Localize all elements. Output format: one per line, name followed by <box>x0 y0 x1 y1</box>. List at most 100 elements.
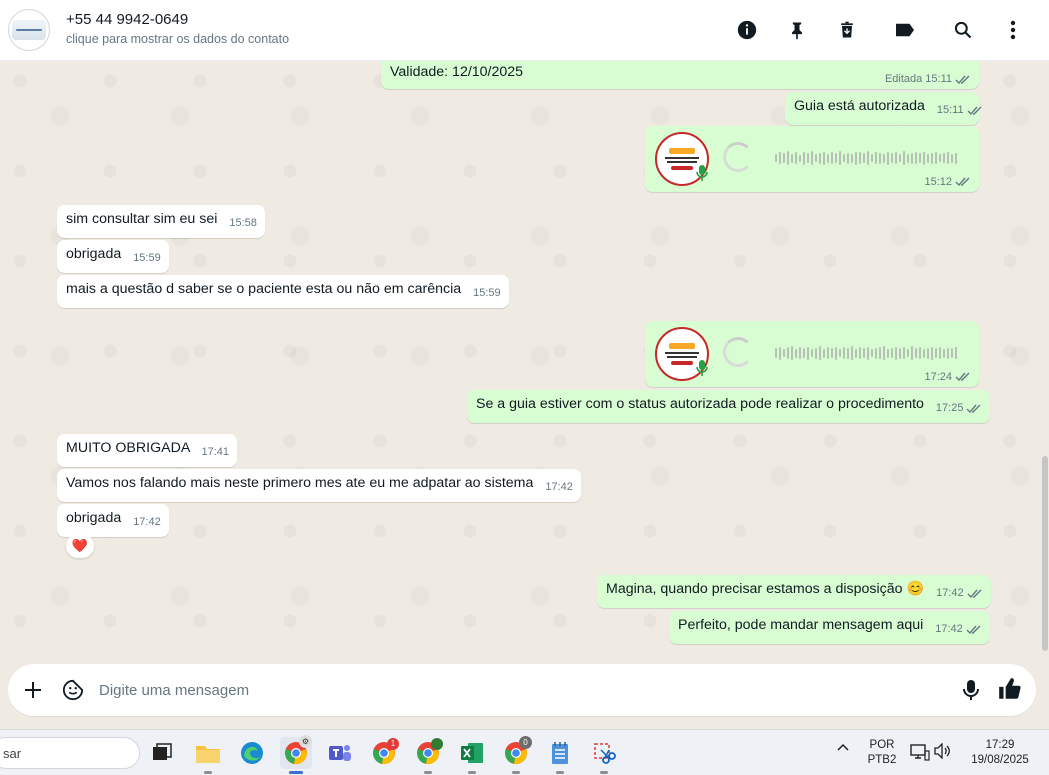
audio-message[interactable]: 17:24 <box>645 321 979 387</box>
message-in[interactable]: obrigada 15:59 <box>57 240 169 273</box>
network-icon[interactable] <box>909 743 931 766</box>
sticker-icon[interactable] <box>60 677 86 703</box>
message-time: 15:11 <box>925 73 952 85</box>
message-out[interactable]: Perfeito, pode mandar mensagem aqui 17:4… <box>669 611 990 644</box>
contact-name[interactable]: +55 44 9942-0649 <box>66 11 188 28</box>
double-check-icon <box>955 372 970 382</box>
thumbs-up-icon[interactable] <box>997 676 1023 702</box>
message-time: 17:42 <box>545 481 573 493</box>
message-input[interactable] <box>99 678 899 702</box>
teams-icon[interactable] <box>324 737 356 769</box>
edge-browser-icon[interactable] <box>236 737 268 769</box>
edited-label: Editada <box>884 73 923 85</box>
message-meta: 17:42 <box>936 587 983 599</box>
message-time: 15:11 <box>936 104 964 116</box>
clock[interactable]: 17:29 19/08/2025 <box>960 738 1040 768</box>
contact-avatar[interactable] <box>8 9 50 51</box>
message-in[interactable]: Vamos nos falando mais neste primero mes… <box>57 469 581 502</box>
message-text: Guia está autorizada <box>794 98 925 114</box>
message-text: obrigada <box>66 246 122 262</box>
language-indicator[interactable]: POR PTB2 <box>862 738 902 768</box>
os-taskbar: sar ⚙ 1 0 POR PTB2 17:29 19/08/2025 <box>0 729 1049 775</box>
message-meta: 15:11 <box>937 104 983 116</box>
message-text: Magina, quando precisar estamos a dispos… <box>606 581 925 597</box>
message-text: Se a guia estiver com o status autorizad… <box>476 396 924 412</box>
scroll-thumb[interactable] <box>1042 456 1048 651</box>
file-explorer-icon[interactable] <box>192 737 224 774</box>
notepad-icon[interactable] <box>544 737 576 774</box>
pin-icon[interactable] <box>784 17 810 43</box>
message-meta: 15:12 <box>924 176 971 188</box>
clock-time: 17:29 <box>985 739 1015 751</box>
message-in[interactable]: MUITO OBRIGADA 17:41 <box>57 434 237 467</box>
snipping-tool-icon[interactable] <box>588 737 620 774</box>
message-text: Validade: 12/10/2025 <box>390 64 524 80</box>
mic-icon <box>696 360 708 376</box>
message-in[interactable]: obrigada 17:42 <box>57 504 169 537</box>
chrome-profile-3-icon[interactable]: 0 <box>500 736 532 774</box>
chrome-icon[interactable]: ⚙ <box>280 735 312 774</box>
message-in[interactable]: sim consultar sim eu sei 15:58 <box>57 205 265 238</box>
task-view-icon[interactable] <box>146 737 178 769</box>
composer-box <box>8 664 1036 716</box>
info-icon[interactable] <box>734 17 760 43</box>
chrome-profile-1-icon[interactable]: 1 <box>368 737 400 769</box>
message-meta: 17:25 <box>936 402 983 414</box>
message-time: 15:59 <box>133 252 161 264</box>
double-check-icon <box>955 177 970 187</box>
message-time: 15:12 <box>924 176 952 188</box>
search-icon[interactable] <box>950 17 976 43</box>
loading-spinner-icon[interactable] <box>723 337 753 367</box>
menu-icon[interactable] <box>1000 17 1026 43</box>
message-out[interactable]: Guia está autorizada 15:11 <box>785 92 982 125</box>
mic-icon <box>696 165 708 181</box>
clock-date: 19/08/2025 <box>971 754 1029 766</box>
message-meta: Editada 15:11 <box>885 73 971 85</box>
audio-waveform[interactable] <box>775 148 961 168</box>
avatar-logo-icon <box>12 20 46 40</box>
volume-icon[interactable] <box>932 742 952 764</box>
audio-waveform[interactable] <box>775 343 961 363</box>
contact-subtitle[interactable]: clique para mostrar os dados do contato <box>66 32 289 46</box>
message-time: 17:42 <box>935 623 963 635</box>
keyboard-layout: PTB2 <box>867 754 897 766</box>
message-out[interactable]: Magina, quando precisar estamos a dispos… <box>597 575 991 608</box>
message-text: Vamos nos falando mais neste primero mes… <box>66 475 534 491</box>
double-check-icon <box>966 404 981 414</box>
audio-message[interactable]: 15:12 <box>645 126 979 192</box>
profile-badge <box>431 738 443 750</box>
message-time: 17:42 <box>936 587 964 599</box>
microphone-icon[interactable] <box>958 677 984 703</box>
message-time: 17:42 <box>133 516 161 528</box>
chat-scrollbar[interactable] <box>1041 61 1048 664</box>
chrome-profile-2-icon[interactable] <box>412 737 444 774</box>
message-out[interactable]: Validade: 12/10/2025 Editada 15:11 <box>381 61 979 89</box>
double-check-icon <box>967 589 982 599</box>
message-time: 15:58 <box>229 217 257 229</box>
notification-badge: 1 <box>387 738 399 750</box>
attach-plus-icon[interactable] <box>20 677 46 703</box>
chevron-up-icon[interactable] <box>834 742 852 757</box>
message-meta: 17:24 <box>924 371 971 383</box>
heart-reaction-icon[interactable]: ❤️ <box>66 534 94 558</box>
message-out[interactable]: Se a guia estiver com o status autorizad… <box>467 390 991 423</box>
message-text: obrigada <box>66 510 122 526</box>
delete-icon[interactable] <box>834 17 860 43</box>
message-text: Perfeito, pode mandar mensagem aqui <box>678 617 924 633</box>
message-in[interactable]: mais a questão d saber se o paciente est… <box>57 275 509 308</box>
excel-icon[interactable] <box>456 737 488 774</box>
message-time: 17:25 <box>935 402 964 414</box>
chat-area[interactable]: Validade: 12/10/2025 Editada 15:11 Guia … <box>0 61 1049 664</box>
message-time: 17:24 <box>924 371 952 383</box>
double-check-icon <box>966 625 981 635</box>
loading-spinner-icon[interactable] <box>723 142 753 172</box>
chat-header: +55 44 9942-0649 clique para mostrar os … <box>0 0 1049 61</box>
taskbar-search[interactable]: sar <box>0 737 140 769</box>
label-icon[interactable] <box>892 17 918 43</box>
message-text: mais a questão d saber se o paciente est… <box>66 281 462 297</box>
message-meta: 17:42 <box>935 623 982 635</box>
message-time: 15:59 <box>473 287 501 299</box>
message-composer <box>0 664 1049 729</box>
double-check-icon <box>967 106 982 116</box>
message-time: 17:41 <box>201 446 229 458</box>
